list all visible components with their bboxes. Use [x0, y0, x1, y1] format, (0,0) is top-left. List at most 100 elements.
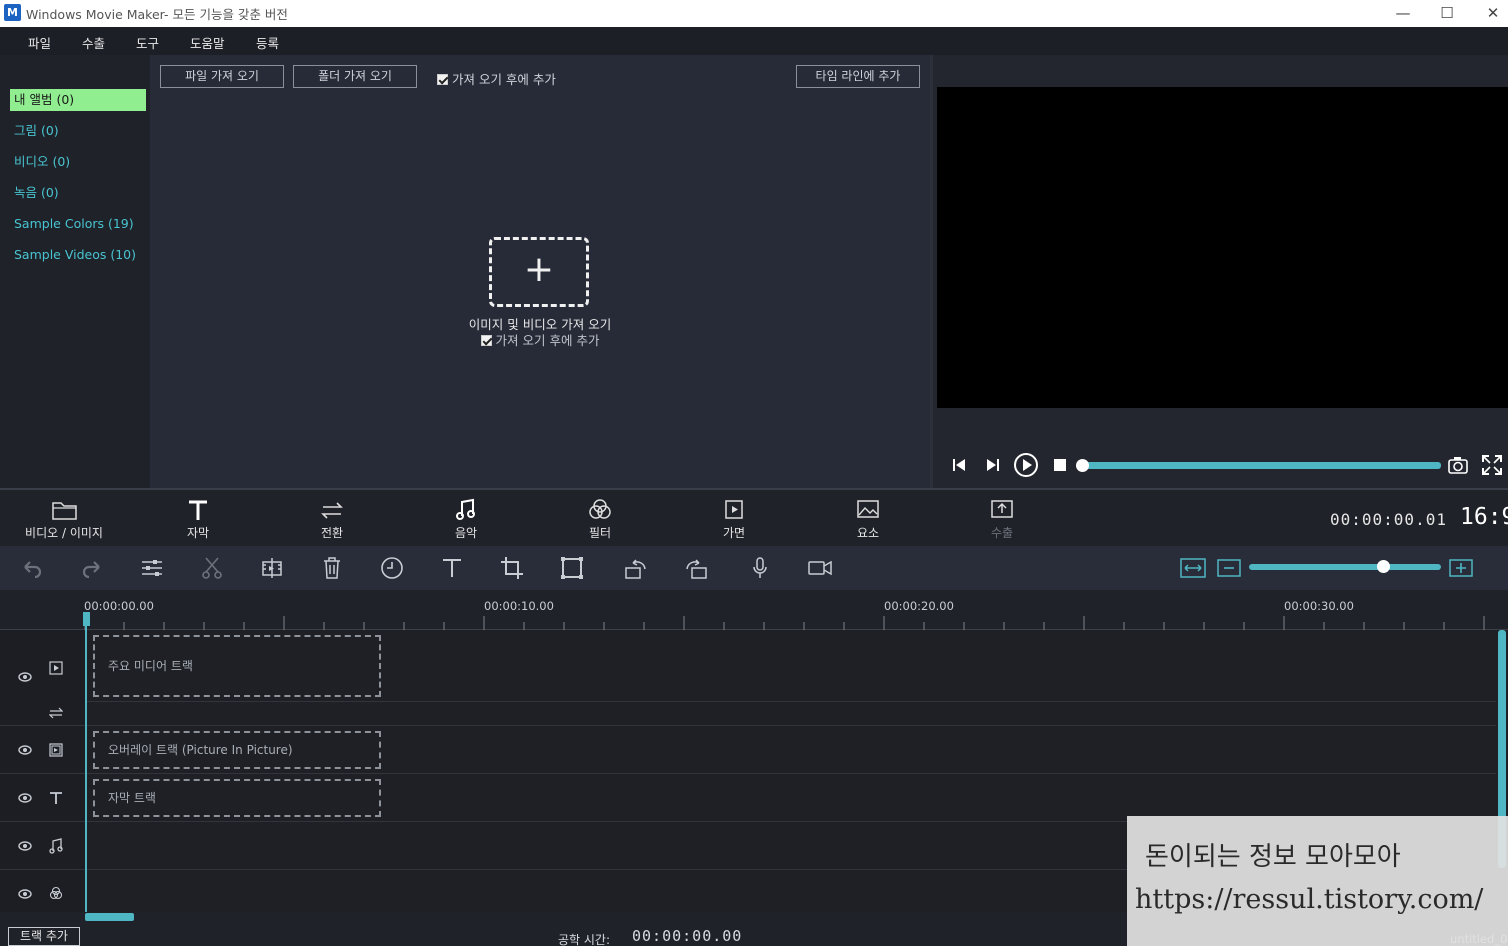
playhead-handle[interactable]: [83, 612, 90, 626]
split-icon[interactable]: [259, 555, 285, 581]
duration-value: 00:00:00.00: [632, 927, 743, 945]
track-headers: [0, 630, 86, 912]
checkbox-checked-icon[interactable]: [437, 74, 448, 85]
close-button[interactable]: ✕: [1470, 0, 1508, 27]
import-folder-button[interactable]: 폴더 가져 오기: [293, 65, 417, 88]
album-recordings[interactable]: 녹음 (0): [10, 182, 146, 204]
delete-icon[interactable]: [319, 555, 345, 581]
maximize-button[interactable]: ☐: [1424, 0, 1470, 27]
tab-video-image[interactable]: 비디오 / 이미지: [9, 496, 119, 541]
stop-icon[interactable]: [1053, 458, 1067, 472]
tab-export-label: 수출: [990, 526, 1014, 540]
add-to-timeline-button[interactable]: 타임 라인에 추가: [796, 65, 920, 88]
ruler-label: 00:00:10.00: [484, 599, 554, 613]
track-header-subtitle: [0, 774, 86, 822]
watermark-url: https://ressul.tistory.com/: [1135, 884, 1484, 915]
tab-subtitle[interactable]: 자막: [143, 496, 253, 541]
step-forward-icon[interactable]: [985, 457, 1001, 473]
image-icon: [857, 500, 879, 518]
minimize-button[interactable]: —: [1380, 0, 1426, 27]
video-camera-icon[interactable]: [807, 555, 833, 581]
tab-elements[interactable]: 요소: [813, 496, 923, 541]
fullscreen-icon[interactable]: [1481, 454, 1503, 476]
tab-music[interactable]: 음악: [411, 496, 521, 541]
import-file-button[interactable]: 파일 가져 오기: [160, 65, 284, 88]
eye-icon[interactable]: [18, 841, 32, 851]
zoom-in-icon[interactable]: [1449, 559, 1473, 577]
rotate-right-icon[interactable]: [683, 555, 709, 581]
album-videos[interactable]: 비디오 (0): [10, 151, 146, 173]
microphone-icon[interactable]: [747, 555, 773, 581]
subtitle-track[interactable]: 자막 트랙: [86, 774, 1496, 822]
subtitle-track-placeholder[interactable]: 자막 트랙: [93, 779, 381, 817]
menu-register[interactable]: 등록: [256, 33, 279, 52]
zoom-slider-handle[interactable]: [1377, 560, 1390, 573]
app-window: M Windows Movie Maker- 모든 기능을 갖춘 버전 — ☐ …: [0, 0, 1508, 946]
crop-icon[interactable]: [499, 555, 525, 581]
camera-icon[interactable]: [1447, 455, 1469, 475]
main-media-track-placeholder[interactable]: 주요 미디어 트랙: [93, 635, 381, 697]
add-track-button[interactable]: 트랙 추가: [8, 927, 80, 946]
import-drop-zone[interactable]: +: [489, 237, 589, 307]
timeline-ruler[interactable]: 00:00:00.00 00:00:10.00 00:00:20.00 00:0…: [0, 590, 1508, 630]
tab-transition[interactable]: 전환: [277, 496, 387, 541]
overlay-track-placeholder[interactable]: 오버레이 트랙 (Picture In Picture): [93, 731, 381, 769]
adjust-icon[interactable]: [139, 555, 165, 581]
media-library-panel: 파일 가져 오기 폴더 가져 오기 가져 오기 후에 추가 타임 라인에 추가 …: [150, 55, 930, 488]
text-tool-icon[interactable]: [439, 555, 465, 581]
timeline-horizontal-scrollbar[interactable]: [85, 913, 134, 921]
menu-tools[interactable]: 도구: [136, 33, 159, 52]
cut-icon[interactable]: [199, 555, 225, 581]
transition-track[interactable]: [86, 702, 1496, 726]
drop-add-after-import-option[interactable]: 가져 오기 후에 추가: [150, 330, 930, 349]
album-my-album[interactable]: 내 앨범 (0): [10, 89, 146, 111]
skip-back-icon[interactable]: [951, 457, 967, 473]
eye-icon[interactable]: [18, 793, 32, 803]
edit-toolbar: [0, 546, 1508, 590]
zoom-slider[interactable]: [1249, 564, 1441, 570]
tab-video-image-label: 비디오 / 이미지: [25, 526, 103, 540]
album-pictures[interactable]: 그림 (0): [10, 120, 146, 142]
main-media-track[interactable]: 주요 미디어 트랙: [86, 630, 1496, 702]
eye-icon[interactable]: [18, 672, 32, 682]
drop-add-after-import-label: 가져 오기 후에 추가: [495, 333, 600, 348]
clock-icon[interactable]: [379, 555, 405, 581]
album-sample-videos[interactable]: Sample Videos (10): [10, 244, 146, 266]
overlay-track[interactable]: 오버레이 트랙 (Picture In Picture): [86, 726, 1496, 774]
tab-filter[interactable]: 필터: [545, 496, 655, 541]
filter-track-icon: [49, 886, 63, 900]
transition-track-icon: [49, 707, 63, 719]
seek-handle[interactable]: [1076, 459, 1089, 472]
checkbox-checked-icon[interactable]: [480, 335, 492, 346]
zoom-out-icon[interactable]: [1217, 559, 1241, 577]
add-after-import-label: 가져 오기 후에 추가: [451, 72, 556, 87]
redo-icon[interactable]: [79, 555, 105, 581]
eye-icon[interactable]: [18, 889, 32, 899]
menu-help[interactable]: 도움말: [190, 33, 225, 52]
add-after-import-option[interactable]: 가져 오기 후에 추가: [437, 69, 556, 88]
tab-filter-label: 필터: [588, 526, 612, 540]
title-bar: M Windows Movie Maker- 모든 기능을 갖춘 버전 — ☐ …: [0, 0, 1508, 27]
eye-icon[interactable]: [18, 745, 32, 755]
menu-file[interactable]: 파일: [28, 33, 51, 52]
fit-width-icon[interactable]: [1180, 558, 1206, 578]
menu-export[interactable]: 수출: [82, 33, 105, 52]
watermark-title: 돈이되는 정보 모아모아: [1145, 842, 1401, 872]
seek-bar[interactable]: [1083, 462, 1441, 469]
play-icon[interactable]: [1013, 452, 1039, 478]
playhead[interactable]: [85, 612, 87, 912]
frame-icon[interactable]: [559, 555, 585, 581]
rotate-left-icon[interactable]: [623, 555, 649, 581]
tab-mask[interactable]: 가면: [679, 496, 789, 541]
overlay-track-icon: [49, 743, 63, 757]
track-header-main: [0, 630, 86, 726]
undo-icon[interactable]: [19, 555, 45, 581]
track-header-filter: [0, 870, 86, 912]
album-sample-colors[interactable]: Sample Colors (19): [10, 213, 146, 235]
text-icon: [189, 500, 207, 520]
ruler-ticks: [84, 616, 1485, 630]
tool-tabs: 비디오 / 이미지 자막 전환 음악 필터 가면 요소 수출 00:00:00.…: [0, 490, 1508, 546]
tab-export[interactable]: 수출: [947, 496, 1057, 541]
aspect-ratio-button[interactable]: 16:9: [1460, 504, 1508, 530]
playback-controls: [933, 444, 1508, 488]
